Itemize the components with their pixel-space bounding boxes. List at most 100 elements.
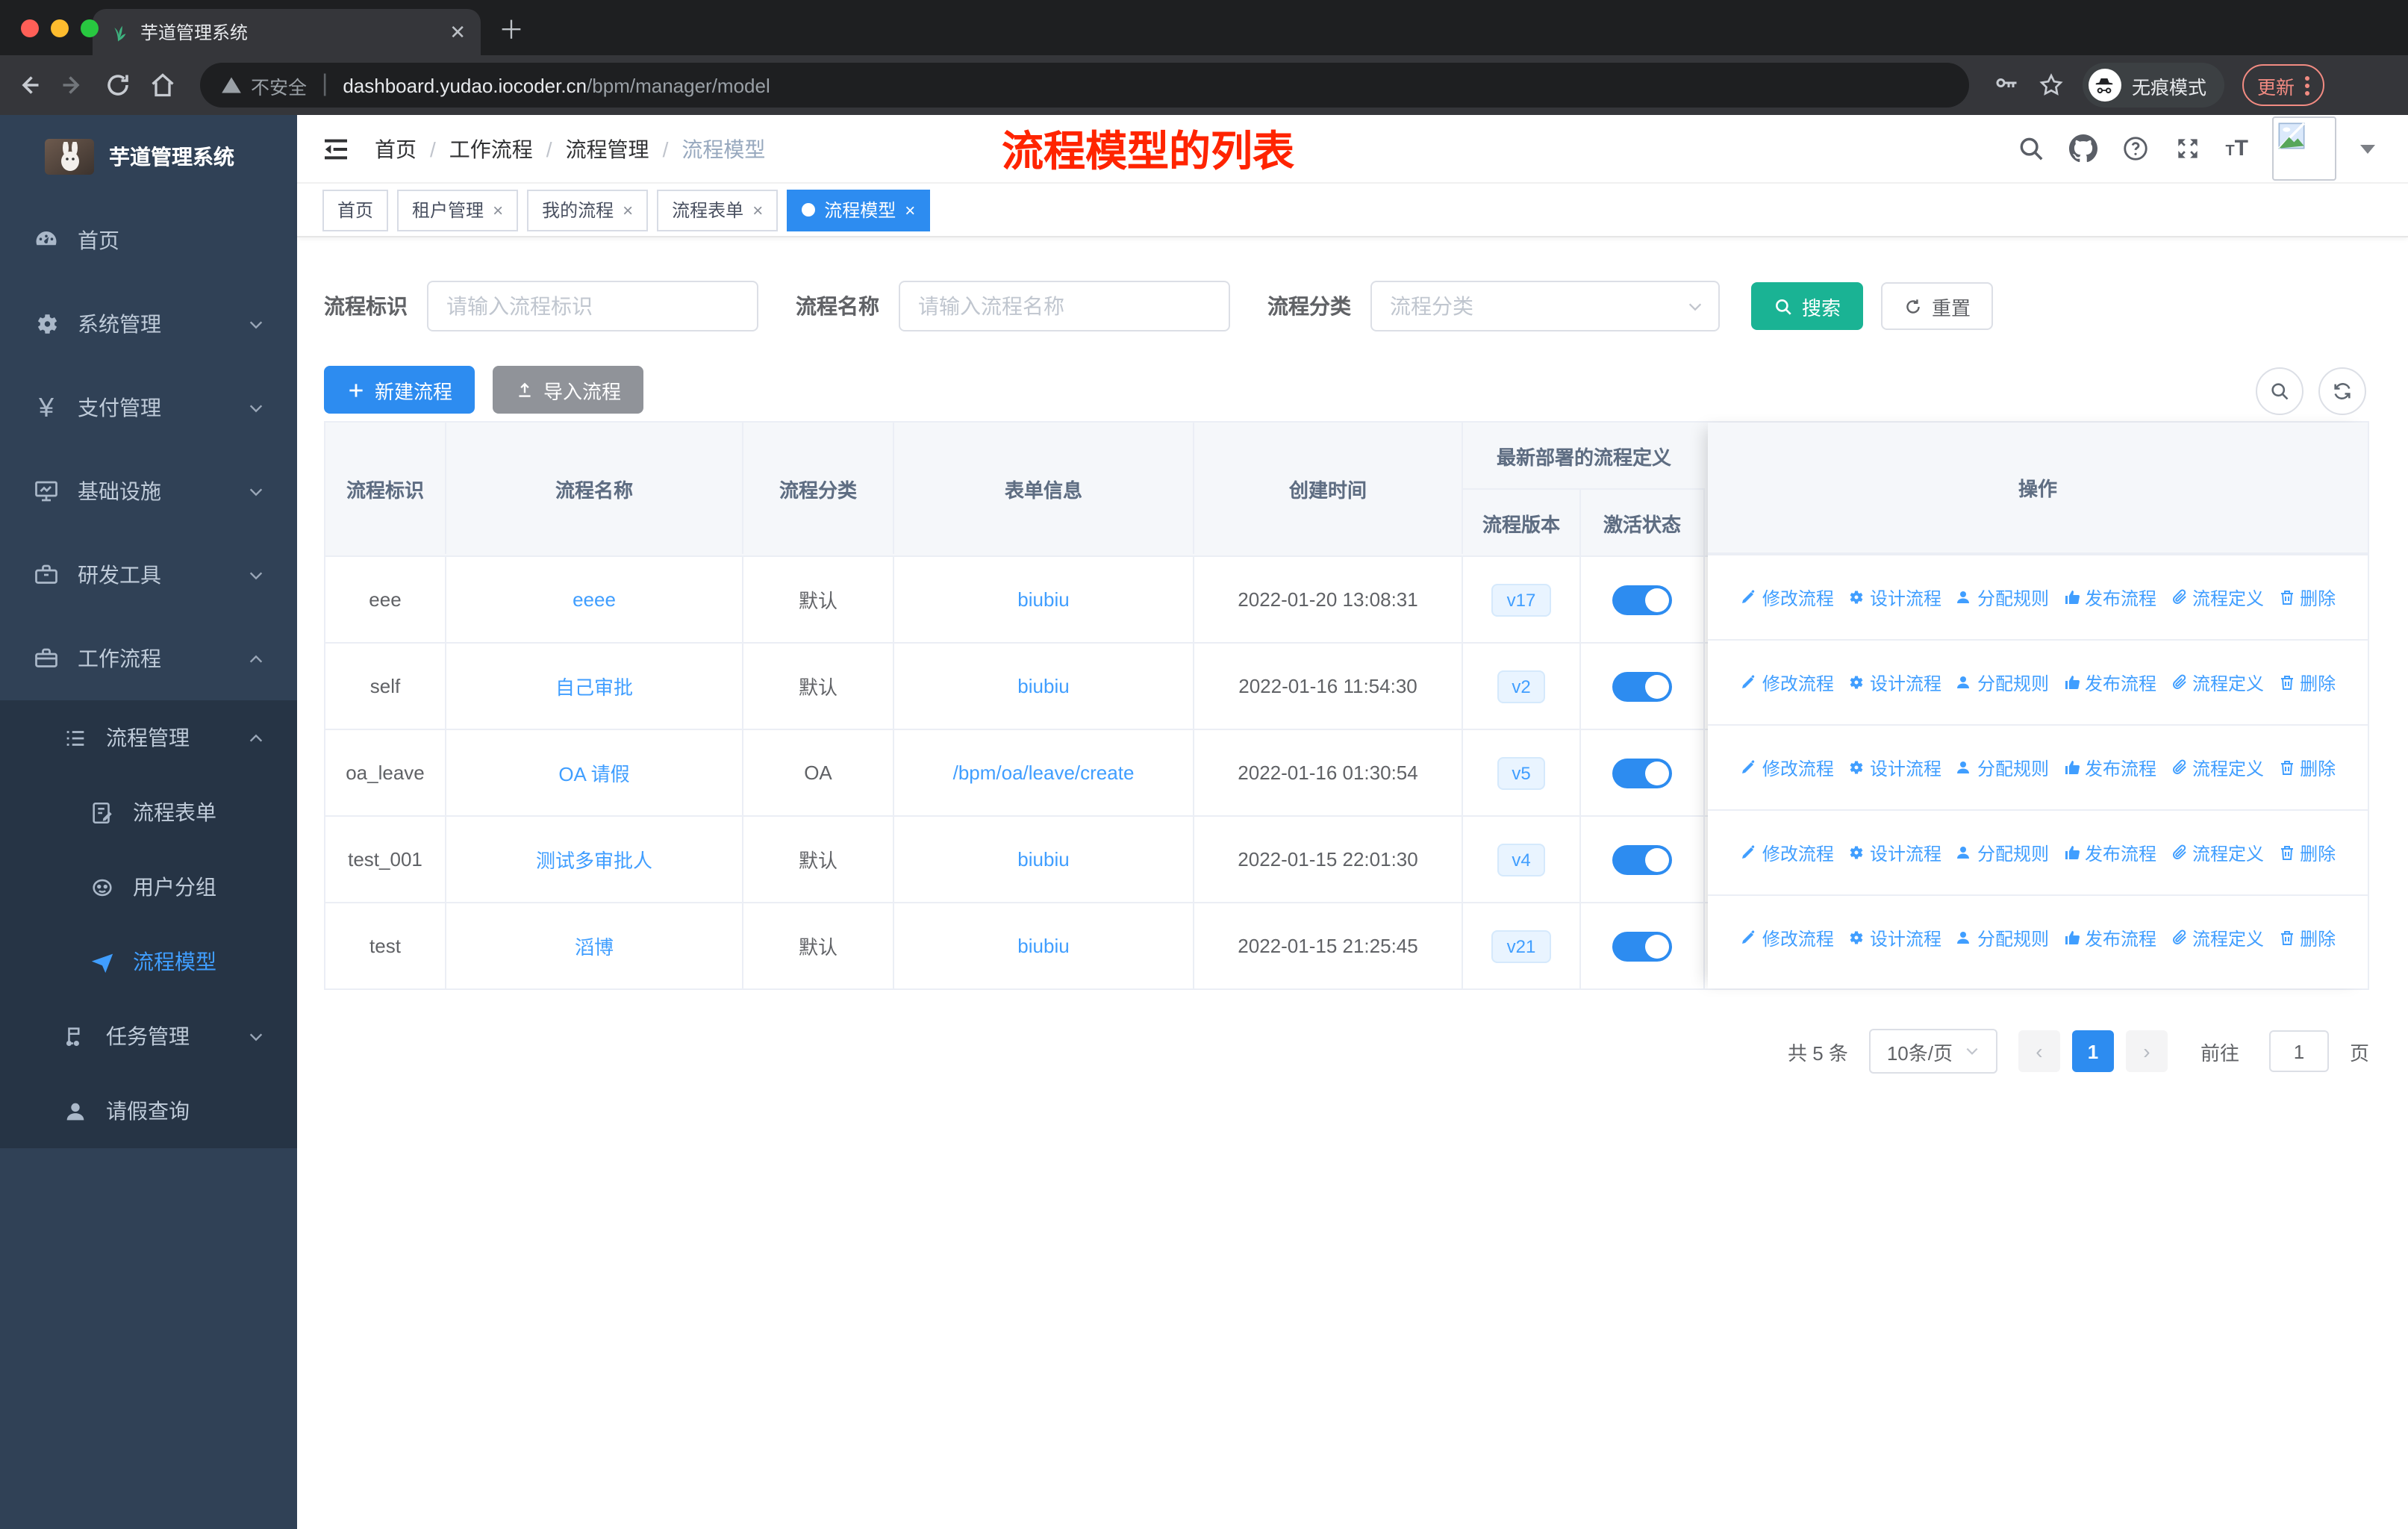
- process-key-field[interactable]: [427, 281, 758, 331]
- sidebar-item-dev-tools[interactable]: 研发工具: [0, 533, 297, 617]
- toggle-search-button[interactable]: [2256, 367, 2303, 415]
- publish-process-link[interactable]: 发布流程: [2062, 670, 2156, 695]
- category-select[interactable]: [1370, 281, 1720, 331]
- delete-link[interactable]: 删除: [2277, 840, 2336, 865]
- close-icon[interactable]: ×: [493, 199, 503, 220]
- design-process-link[interactable]: 设计流程: [1847, 585, 1941, 610]
- process-name-link[interactable]: 自己审批: [555, 672, 633, 700]
- form-info-link[interactable]: biubiu: [1017, 588, 1069, 611]
- sidebar-item-process-form[interactable]: 流程表单: [0, 775, 297, 850]
- goto-page-input[interactable]: [2268, 1030, 2329, 1072]
- form-info-link[interactable]: biubiu: [1017, 848, 1069, 871]
- tag-my-process[interactable]: 我的流程 ×: [527, 189, 649, 231]
- form-info-link[interactable]: biubiu: [1017, 675, 1069, 697]
- collapse-sidebar-icon[interactable]: [321, 134, 351, 164]
- process-name-link[interactable]: 测试多审批人: [536, 845, 652, 874]
- assign-rule-link[interactable]: 分配规则: [1955, 925, 2049, 950]
- sidebar-item-process-model[interactable]: 流程模型: [0, 924, 297, 999]
- active-toggle[interactable]: [1612, 671, 1672, 701]
- design-process-link[interactable]: 设计流程: [1847, 670, 1941, 695]
- search-icon[interactable]: [2016, 134, 2044, 163]
- back-icon[interactable]: [15, 72, 42, 99]
- maximize-window-button[interactable]: [81, 19, 99, 37]
- sidebar-item-home[interactable]: 首页: [0, 199, 297, 282]
- app-logo-row[interactable]: 芋道管理系统: [0, 115, 297, 199]
- breadcrumb-process-management[interactable]: 流程管理: [566, 134, 649, 164]
- search-button[interactable]: 搜索: [1751, 282, 1864, 330]
- window-controls[interactable]: [21, 19, 99, 37]
- edit-process-link[interactable]: 修改流程: [1740, 585, 1834, 610]
- tag-home[interactable]: 首页: [322, 189, 389, 231]
- design-process-link[interactable]: 设计流程: [1847, 840, 1941, 865]
- browser-menu-icon[interactable]: [2305, 75, 2309, 95]
- tag-process-model[interactable]: 流程模型 ×: [787, 189, 931, 231]
- new-tab-button[interactable]: ＋: [499, 9, 524, 46]
- assign-rule-link[interactable]: 分配规则: [1955, 585, 2049, 610]
- sidebar-item-system[interactable]: 系统管理: [0, 282, 297, 366]
- tag-process-form[interactable]: 流程表单 ×: [657, 189, 779, 231]
- active-toggle[interactable]: [1612, 758, 1672, 788]
- version-badge[interactable]: v4: [1497, 843, 1546, 876]
- version-badge[interactable]: v21: [1491, 929, 1551, 962]
- update-button[interactable]: 更新: [2242, 64, 2324, 106]
- process-definition-link[interactable]: 流程定义: [2170, 670, 2264, 695]
- avatar[interactable]: [2272, 116, 2336, 181]
- version-badge[interactable]: v5: [1497, 756, 1546, 789]
- assign-rule-link[interactable]: 分配规则: [1955, 670, 2049, 695]
- publish-process-link[interactable]: 发布流程: [2062, 840, 2156, 865]
- sidebar-item-task-management[interactable]: 任务管理: [0, 999, 297, 1074]
- github-icon[interactable]: [2068, 134, 2097, 163]
- edit-process-link[interactable]: 修改流程: [1740, 755, 1834, 780]
- delete-link[interactable]: 删除: [2277, 585, 2336, 610]
- form-info-link[interactable]: /bpm/oa/leave/create: [953, 762, 1135, 784]
- reset-button[interactable]: 重置: [1881, 282, 1994, 330]
- sidebar-item-process-management[interactable]: 流程管理: [0, 700, 297, 775]
- active-toggle[interactable]: [1612, 585, 1672, 614]
- create-process-button[interactable]: 新建流程: [324, 366, 475, 414]
- edit-process-link[interactable]: 修改流程: [1740, 925, 1834, 950]
- process-name-link[interactable]: eeee: [573, 588, 616, 611]
- assign-rule-link[interactable]: 分配规则: [1955, 840, 2049, 865]
- version-badge[interactable]: v17: [1491, 583, 1551, 616]
- form-info-link[interactable]: biubiu: [1017, 935, 1069, 957]
- security-warning[interactable]: 不安全: [221, 71, 307, 99]
- forward-icon[interactable]: [60, 72, 87, 99]
- page-1-button[interactable]: 1: [2071, 1030, 2114, 1072]
- process-name-input[interactable]: [918, 294, 1211, 318]
- active-toggle[interactable]: [1612, 931, 1672, 961]
- process-definition-link[interactable]: 流程定义: [2170, 755, 2264, 780]
- import-process-button[interactable]: 导入流程: [493, 366, 644, 414]
- next-page-button[interactable]: ›: [2125, 1030, 2168, 1072]
- reload-icon[interactable]: [105, 72, 131, 99]
- design-process-link[interactable]: 设计流程: [1847, 925, 1941, 950]
- bookmark-star-icon[interactable]: [2038, 72, 2065, 99]
- breadcrumb-workflow[interactable]: 工作流程: [449, 134, 533, 164]
- minimize-window-button[interactable]: [51, 19, 69, 37]
- sidebar-item-workflow[interactable]: 工作流程: [0, 617, 297, 700]
- publish-process-link[interactable]: 发布流程: [2062, 925, 2156, 950]
- delete-link[interactable]: 删除: [2277, 755, 2336, 780]
- key-icon[interactable]: [1993, 72, 2020, 99]
- home-icon[interactable]: [149, 72, 176, 99]
- sidebar-item-user-group[interactable]: 用户分组: [0, 850, 297, 924]
- process-definition-link[interactable]: 流程定义: [2170, 925, 2264, 950]
- sidebar-item-leave-query[interactable]: 请假查询: [0, 1074, 297, 1148]
- publish-process-link[interactable]: 发布流程: [2062, 755, 2156, 780]
- version-badge[interactable]: v2: [1497, 670, 1546, 703]
- tab-close-icon[interactable]: ✕: [449, 20, 466, 44]
- font-size-icon[interactable]: TT: [2225, 136, 2248, 161]
- close-icon[interactable]: ×: [623, 199, 633, 220]
- delete-link[interactable]: 删除: [2277, 925, 2336, 950]
- process-name-link[interactable]: OA 请假: [558, 759, 629, 787]
- design-process-link[interactable]: 设计流程: [1847, 755, 1941, 780]
- edit-process-link[interactable]: 修改流程: [1740, 840, 1834, 865]
- process-name-field[interactable]: [899, 281, 1230, 331]
- page-size-select[interactable]: 10条/页: [1868, 1029, 1997, 1074]
- process-key-input[interactable]: [446, 294, 739, 318]
- delete-link[interactable]: 删除: [2277, 670, 2336, 695]
- address-bar[interactable]: 不安全 | dashboard.yudao.iocoder.cn/bpm/man…: [200, 63, 1969, 108]
- active-toggle[interactable]: [1612, 844, 1672, 874]
- publish-process-link[interactable]: 发布流程: [2062, 585, 2156, 610]
- fullscreen-icon[interactable]: [2173, 134, 2201, 163]
- prev-page-button[interactable]: ‹: [2018, 1030, 2060, 1072]
